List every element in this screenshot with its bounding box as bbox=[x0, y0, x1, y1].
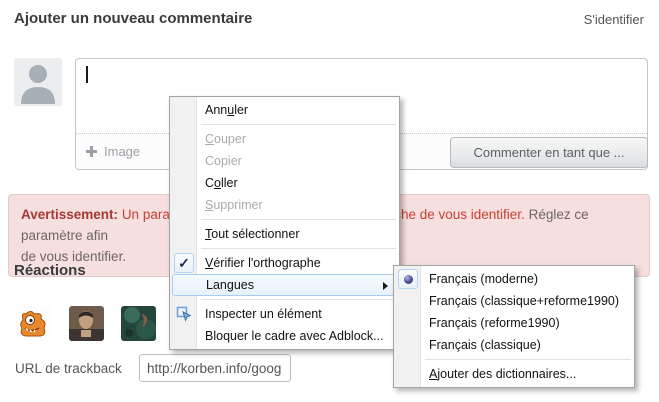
menu-item-label: Tout sélectionner bbox=[205, 227, 300, 241]
menu-item-label: Français (moderne) bbox=[429, 272, 538, 286]
reactions-title: Réactions bbox=[14, 262, 86, 279]
menu-item-label: Français (classique) bbox=[429, 338, 541, 352]
warning-prefix: Avertissement: bbox=[21, 207, 118, 222]
menu-item-annuler[interactable]: Annuler bbox=[171, 99, 398, 121]
menu-item-tout-selectionner[interactable]: Tout sélectionner bbox=[171, 223, 398, 245]
submenu-arrow-icon bbox=[383, 282, 388, 290]
menu-item-coller[interactable]: Coller bbox=[171, 172, 398, 194]
menu-item-francais-reforme1990[interactable]: Français (reforme1990) bbox=[395, 312, 633, 334]
reaction-avatar-portrait[interactable] bbox=[69, 306, 104, 341]
menu-item-francais-classique[interactable]: Français (classique) bbox=[395, 334, 633, 356]
menu-item-label: Vérifier l'orthographe bbox=[205, 256, 321, 270]
menu-item-label: Annuler bbox=[205, 103, 248, 117]
reaction-avatar-artwork[interactable] bbox=[121, 306, 156, 341]
menu-item-label: Inspecter un élément bbox=[205, 307, 322, 321]
menu-separator bbox=[201, 299, 396, 300]
languages-submenu: Français (moderne) Français (classique+r… bbox=[393, 265, 635, 388]
person-silhouette-icon bbox=[14, 93, 62, 106]
composer-avatar bbox=[14, 58, 62, 106]
menu-item-label: Langues bbox=[206, 278, 254, 292]
reaction-avatar-cat[interactable] bbox=[17, 306, 52, 341]
menu-separator bbox=[201, 248, 396, 249]
menu-item-label: Supprimer bbox=[205, 198, 263, 212]
checkmark-icon: ✓ bbox=[174, 253, 194, 273]
text-caret bbox=[86, 66, 88, 83]
menu-item-bloquer-adblock[interactable]: Bloquer le cadre avec Adblock... bbox=[171, 325, 398, 347]
menu-item-label: Français (classique+reforme1990) bbox=[429, 294, 619, 308]
menu-separator bbox=[425, 359, 631, 360]
trackback-label: URL de trackback bbox=[15, 361, 122, 376]
menu-item-verifier-orthographe[interactable]: ✓ Vérifier l'orthographe bbox=[171, 252, 398, 274]
signin-link[interactable]: S'identifier bbox=[584, 12, 644, 27]
menu-item-francais-moderne[interactable]: Français (moderne) bbox=[395, 268, 633, 290]
menu-item-label: Français (reforme1990) bbox=[429, 316, 560, 330]
menu-item-label: Copier bbox=[205, 154, 242, 168]
radio-selected-icon bbox=[398, 269, 418, 289]
menu-item-supprimer: Supprimer bbox=[171, 194, 398, 216]
menu-separator bbox=[201, 219, 396, 220]
menu-item-francais-classique-reforme1990[interactable]: Français (classique+reforme1990) bbox=[395, 290, 633, 312]
plus-icon bbox=[86, 146, 97, 157]
menu-separator bbox=[201, 124, 396, 125]
menu-item-ajouter-dictionnaires[interactable]: Ajouter des dictionnaires... bbox=[395, 363, 633, 385]
add-image-label: Image bbox=[104, 144, 140, 159]
menu-item-label: Ajouter des dictionnaires... bbox=[429, 367, 576, 381]
inspector-arrow-icon bbox=[176, 306, 192, 322]
menu-item-langues[interactable]: Langues bbox=[172, 274, 397, 296]
add-image-button[interactable]: Image bbox=[86, 134, 140, 169]
reactions-avatar-row bbox=[17, 306, 156, 341]
menu-item-copier: Copier bbox=[171, 150, 398, 172]
menu-item-couper: Couper bbox=[171, 128, 398, 150]
menu-item-inspecter-element[interactable]: Inspecter un élément bbox=[171, 303, 398, 325]
menu-item-label: Coller bbox=[205, 176, 238, 190]
page-title: Ajouter un nouveau commentaire bbox=[14, 10, 252, 27]
menu-item-label: Couper bbox=[205, 132, 246, 146]
trackback-input[interactable] bbox=[139, 354, 291, 382]
comment-as-button[interactable]: Commenter en tant que ... bbox=[450, 137, 648, 168]
context-menu: Annuler Couper Copier Coller Supprimer T… bbox=[169, 96, 400, 350]
menu-item-label: Bloquer le cadre avec Adblock... bbox=[205, 329, 384, 343]
